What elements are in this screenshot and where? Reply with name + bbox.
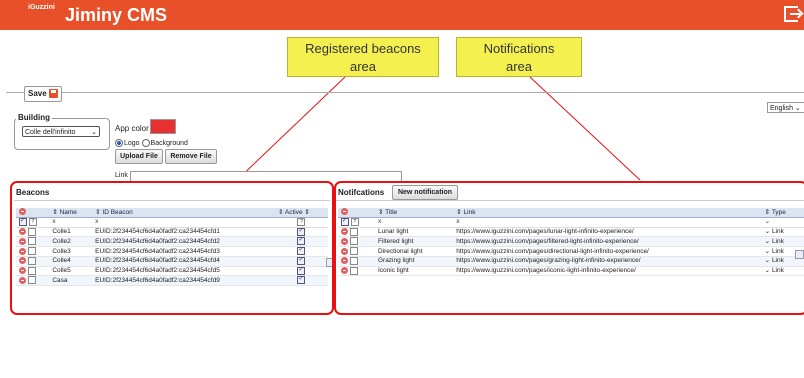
app-color-label: App color [115,124,149,133]
building-legend: Building [16,113,52,122]
chevron-down-icon: ⌄ [91,129,97,136]
background-radio[interactable] [141,139,150,147]
building-select[interactable]: Colle dell'infinito ⌄ [22,126,100,137]
app-color-swatch[interactable] [150,119,176,134]
notifications-highlight-box [334,181,804,315]
upload-file-button[interactable]: Upload File [115,149,163,164]
logo-radio[interactable] [115,139,123,147]
save-button[interactable]: Save [24,86,62,102]
beacons-highlight-box [10,181,334,315]
link-input[interactable] [130,171,402,181]
remove-file-button[interactable]: Remove File [165,149,217,164]
divider [6,92,804,93]
language-select[interactable]: English ⌄ [767,102,804,113]
logo-background-radio-group: Logo Background [115,139,188,147]
link-label: Link [115,172,128,179]
save-icon [48,89,58,99]
